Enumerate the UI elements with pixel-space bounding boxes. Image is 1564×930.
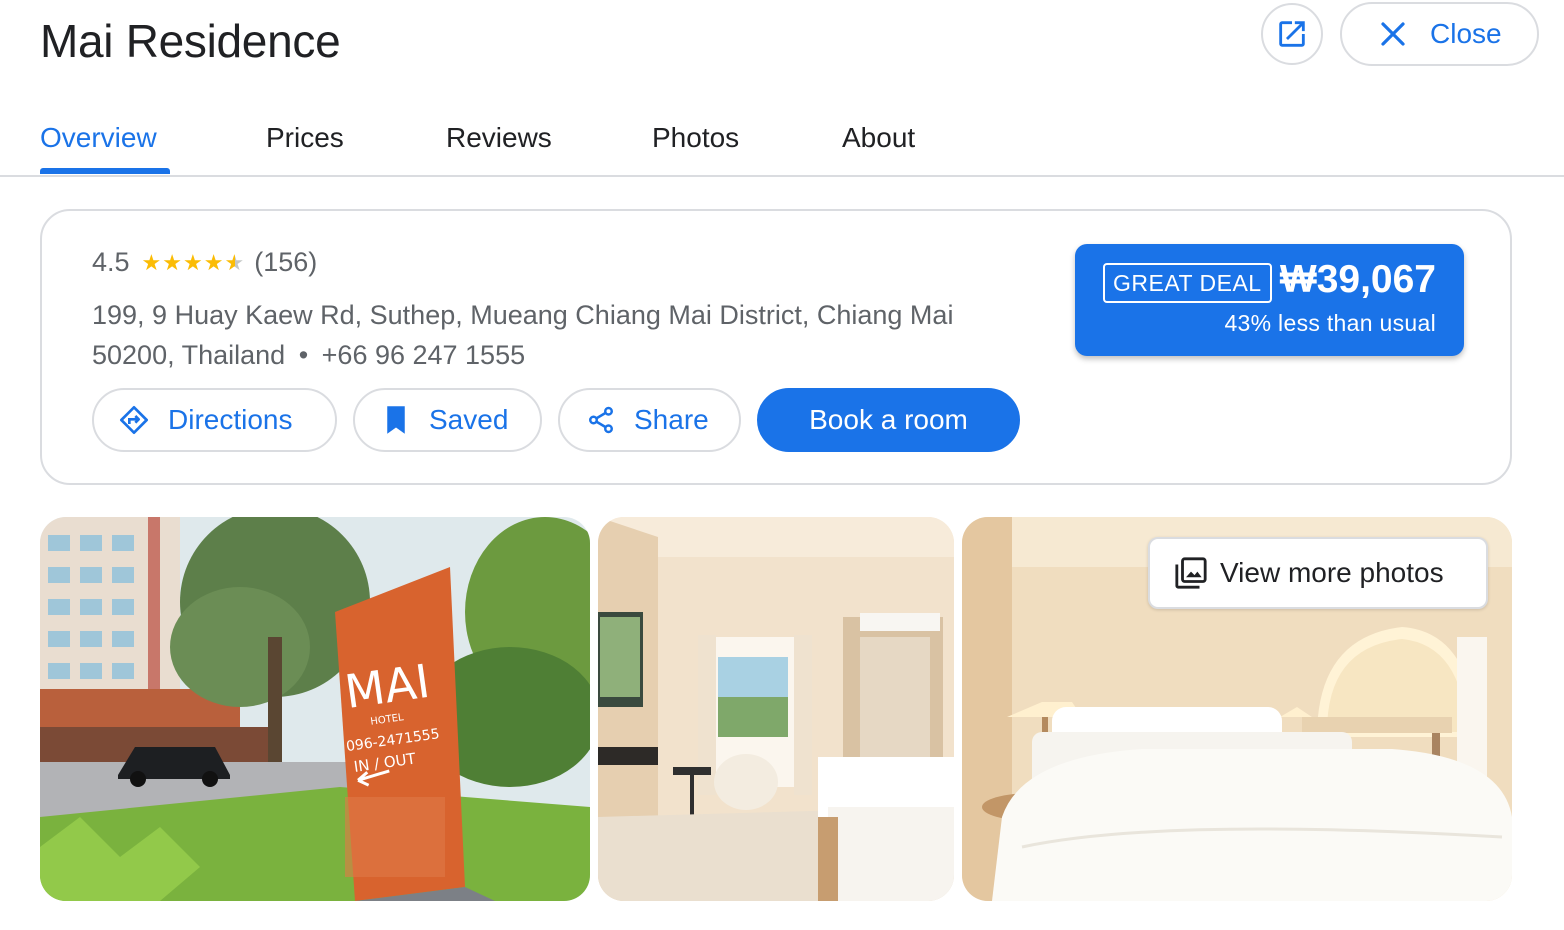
share-icon xyxy=(589,406,613,434)
tab-overview[interactable]: Overview xyxy=(40,122,157,154)
book-a-room-label: Book a room xyxy=(809,404,968,435)
saved-button[interactable]: Saved xyxy=(353,388,542,452)
share-button[interactable]: Share xyxy=(558,388,741,452)
close-button[interactable]: Close xyxy=(1340,2,1539,66)
page-title: Mai Residence xyxy=(40,15,341,67)
open-in-new-button[interactable] xyxy=(1261,3,1323,65)
deal-savings-text: 43% less than usual xyxy=(1224,310,1436,336)
tab-photos[interactable]: Photos xyxy=(652,122,739,154)
photo-double-bedroom[interactable]: View more photos xyxy=(962,517,1512,901)
great-deal-badge: GREAT DEAL xyxy=(1103,263,1272,303)
open-in-new-icon xyxy=(1279,21,1305,47)
close-label: Close xyxy=(1430,18,1502,49)
bookmark-icon xyxy=(387,406,405,434)
directions-button[interactable]: Directions xyxy=(92,388,337,452)
photo-hotel-exterior[interactable]: MAI HOTEL 096-2471555 IN / OUT xyxy=(40,517,590,901)
hotel-exterior-image: MAI HOTEL 096-2471555 IN / OUT xyxy=(40,517,590,901)
view-more-photos-button[interactable]: View more photos xyxy=(1148,537,1488,609)
saved-label: Saved xyxy=(429,404,509,435)
phone-number[interactable]: +66 96 247 1555 xyxy=(322,340,525,370)
rating-value: 4.5 xyxy=(92,247,130,277)
view-more-photos-label: View more photos xyxy=(1220,557,1444,588)
photo-twin-bedroom[interactable] xyxy=(598,517,954,901)
share-label: Share xyxy=(634,404,709,435)
star-icon: ★ xyxy=(162,249,183,275)
rating-summary[interactable]: 4.5 ★ ★ ★ ★ ★ (156) xyxy=(92,247,317,278)
star-icon: ★ xyxy=(141,249,162,275)
star-icon: ★ xyxy=(203,249,224,275)
directions-label: Directions xyxy=(168,404,293,435)
great-deal-banner[interactable]: GREAT DEAL ₩39,067 43% less than usual xyxy=(1075,244,1464,356)
tab-bar: Overview Prices Reviews Photos About xyxy=(0,100,1564,177)
directions-icon xyxy=(120,406,148,434)
star-icon: ★ xyxy=(183,249,203,275)
review-count: (156) xyxy=(254,247,318,277)
tab-reviews[interactable]: Reviews xyxy=(446,122,552,154)
twin-bedroom-image xyxy=(598,517,954,901)
star-rating: ★ ★ ★ ★ ★ xyxy=(141,249,245,275)
tab-prices[interactable]: Prices xyxy=(266,122,344,154)
photo-library-icon xyxy=(1175,557,1207,589)
deal-price: ₩39,067 xyxy=(1279,258,1436,301)
address-block: 199, 9 Huay Kaew Rd, Suthep, Mueang Chia… xyxy=(92,295,1052,375)
address-line-1: 199, 9 Huay Kaew Rd, Suthep, Mueang Chia… xyxy=(92,300,954,330)
address-line-2: 50200, Thailand xyxy=(92,340,286,370)
book-a-room-button[interactable]: Book a room xyxy=(757,388,1020,452)
separator-dot: • xyxy=(298,340,309,370)
half-star-icon: ★ xyxy=(224,249,245,275)
close-x-icon xyxy=(1381,22,1405,46)
tab-about[interactable]: About xyxy=(842,122,915,154)
hotel-info-card: 4.5 ★ ★ ★ ★ ★ (156) 199, 9 Huay Kaew Rd,… xyxy=(40,209,1512,485)
active-tab-indicator xyxy=(40,168,170,174)
